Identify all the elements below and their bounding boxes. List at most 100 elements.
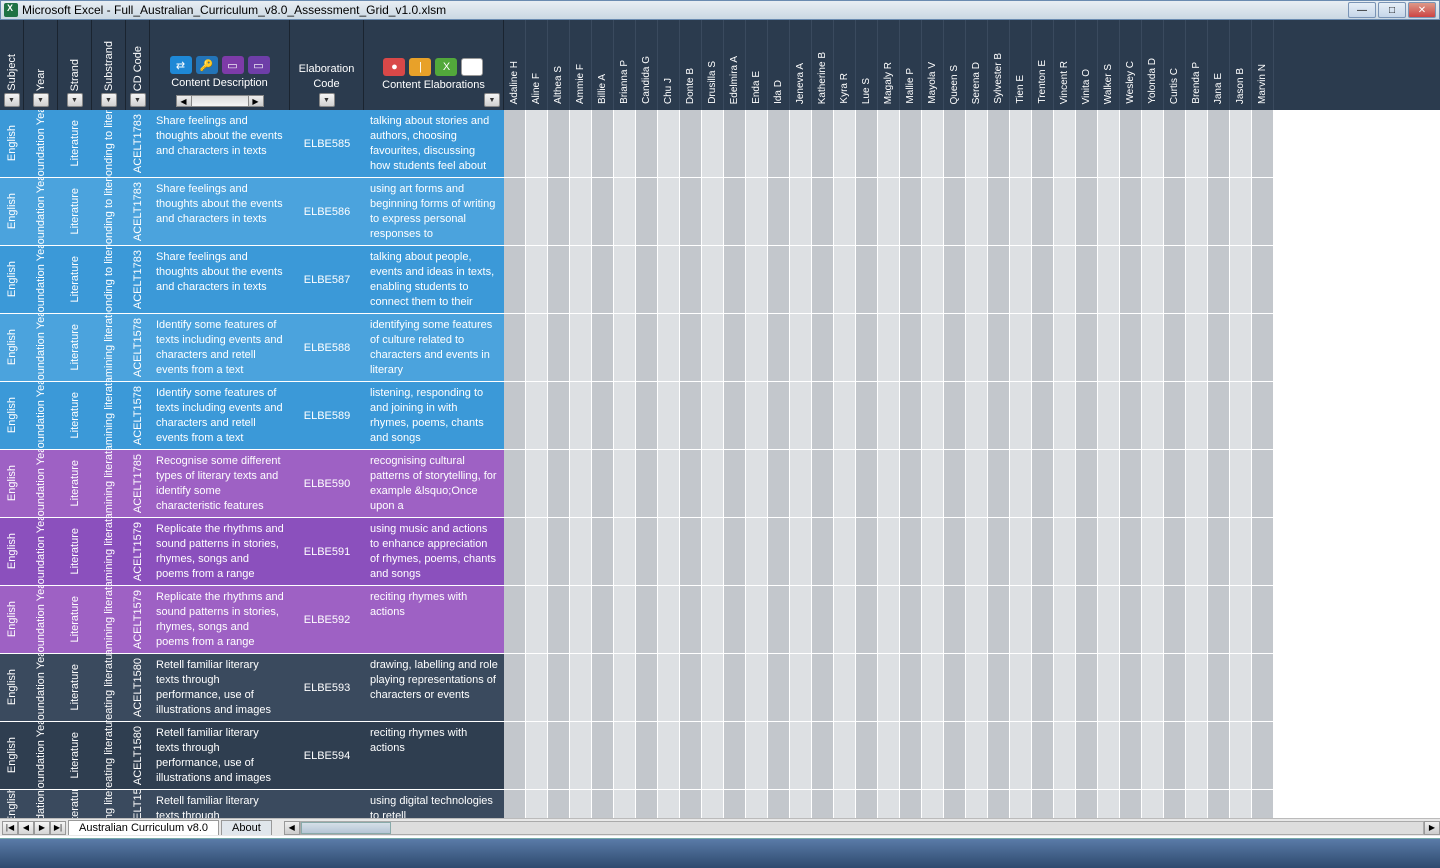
grid-cell[interactable] (1186, 314, 1208, 381)
grid-cell[interactable] (1076, 790, 1098, 818)
grid-cell[interactable] (504, 110, 526, 177)
grid-cell[interactable] (592, 790, 614, 818)
grid-cell[interactable] (614, 450, 636, 517)
grid-cell[interactable] (1142, 110, 1164, 177)
grid-cell[interactable] (548, 586, 570, 653)
filter-substrand[interactable] (101, 93, 117, 107)
grid-cell[interactable] (1186, 178, 1208, 245)
grid-cell[interactable] (966, 586, 988, 653)
toolbar-icon-8[interactable] (461, 58, 483, 76)
grid-cell[interactable] (504, 722, 526, 789)
cell[interactable]: Literature (58, 450, 92, 517)
grid-cell[interactable] (680, 110, 702, 177)
cell-ecode[interactable]: ELBE589 (290, 382, 364, 449)
grid-cell[interactable] (1054, 178, 1076, 245)
cell[interactable]: Foundation Year (24, 518, 58, 585)
grid-cell[interactable] (1032, 382, 1054, 449)
grid-cell[interactable] (1120, 654, 1142, 721)
grid-cell[interactable] (1142, 314, 1164, 381)
grid-cell[interactable] (1098, 178, 1120, 245)
cell-elab[interactable]: talking about stories and authors, choos… (364, 110, 504, 177)
grid-cell[interactable] (966, 314, 988, 381)
grid-cell[interactable] (724, 110, 746, 177)
grid-cell[interactable] (1076, 178, 1098, 245)
grid-cell[interactable] (834, 314, 856, 381)
grid-cell[interactable] (922, 586, 944, 653)
grid-cell[interactable] (504, 518, 526, 585)
grid-cell[interactable] (834, 722, 856, 789)
grid-cell[interactable] (746, 110, 768, 177)
grid-cell[interactable] (1010, 586, 1032, 653)
grid-cell[interactable] (724, 178, 746, 245)
grid-cell[interactable] (944, 246, 966, 313)
grid-cell[interactable] (966, 178, 988, 245)
cell[interactable]: Literature (58, 246, 92, 313)
grid-cell[interactable] (1186, 110, 1208, 177)
grid-cell[interactable] (1010, 314, 1032, 381)
grid-cell[interactable] (1142, 178, 1164, 245)
grid-cell[interactable] (702, 246, 724, 313)
grid-cell[interactable] (702, 314, 724, 381)
cell[interactable]: ACELT1578 (126, 382, 150, 449)
grid-cell[interactable] (1186, 790, 1208, 818)
grid-cell[interactable] (636, 790, 658, 818)
grid-cell[interactable] (658, 586, 680, 653)
grid-cell[interactable] (548, 246, 570, 313)
grid-cell[interactable] (504, 382, 526, 449)
cell[interactable]: ACELT1580 (126, 790, 150, 818)
cell-desc[interactable]: Recognise some different types of litera… (150, 450, 290, 517)
grid-cell[interactable] (1032, 450, 1054, 517)
grid-cell[interactable] (1230, 790, 1252, 818)
grid-cell[interactable] (834, 790, 856, 818)
grid-cell[interactable] (944, 722, 966, 789)
grid-cell[interactable] (1032, 314, 1054, 381)
grid-cell[interactable] (1186, 518, 1208, 585)
toolbar-icon-5[interactable]: ● (383, 58, 405, 76)
cell[interactable]: Foundation Year (24, 178, 58, 245)
grid-cell[interactable] (1142, 790, 1164, 818)
grid-cell[interactable] (922, 246, 944, 313)
grid-cell[interactable] (1098, 450, 1120, 517)
cell-ecode[interactable]: ELBE590 (290, 450, 364, 517)
grid-cell[interactable] (812, 722, 834, 789)
cell[interactable]: English (0, 178, 24, 245)
grid-cell[interactable] (658, 110, 680, 177)
grid-cell[interactable] (1010, 110, 1032, 177)
grid-cell[interactable] (526, 722, 548, 789)
grid-cell[interactable] (1098, 314, 1120, 381)
grid-cell[interactable] (1186, 450, 1208, 517)
grid-cell[interactable] (1032, 178, 1054, 245)
grid-cell[interactable] (614, 314, 636, 381)
grid-cell[interactable] (878, 518, 900, 585)
grid-cell[interactable] (1208, 110, 1230, 177)
grid-cell[interactable] (988, 518, 1010, 585)
grid-cell[interactable] (1252, 382, 1274, 449)
cell[interactable]: ACELT1579 (126, 586, 150, 653)
cell-elab[interactable]: using music and actions to enhance appre… (364, 518, 504, 585)
cell[interactable]: English (0, 314, 24, 381)
grid-cell[interactable] (834, 450, 856, 517)
cell-desc[interactable]: Retell familiar literary texts through p… (150, 722, 290, 789)
grid-cell[interactable] (966, 722, 988, 789)
grid-cell[interactable] (1186, 722, 1208, 789)
grid-cell[interactable] (746, 586, 768, 653)
grid-cell[interactable] (988, 246, 1010, 313)
grid-cell[interactable] (724, 790, 746, 818)
grid-cell[interactable] (944, 110, 966, 177)
grid-cell[interactable] (746, 722, 768, 789)
sheet-nav-prev[interactable]: ◀ (18, 821, 34, 835)
grid-cell[interactable] (1230, 314, 1252, 381)
cell[interactable]: Creating literature (92, 654, 126, 721)
grid-cell[interactable] (1076, 246, 1098, 313)
cell[interactable]: Examining literature (92, 314, 126, 381)
grid-cell[interactable] (988, 450, 1010, 517)
close-button[interactable]: ✕ (1408, 2, 1436, 18)
grid-cell[interactable] (1098, 654, 1120, 721)
grid-cell[interactable] (658, 382, 680, 449)
grid-cell[interactable] (856, 246, 878, 313)
grid-cell[interactable] (856, 450, 878, 517)
grid-cell[interactable] (504, 450, 526, 517)
grid-cell[interactable] (548, 790, 570, 818)
grid-cell[interactable] (746, 654, 768, 721)
grid-cell[interactable] (1076, 518, 1098, 585)
